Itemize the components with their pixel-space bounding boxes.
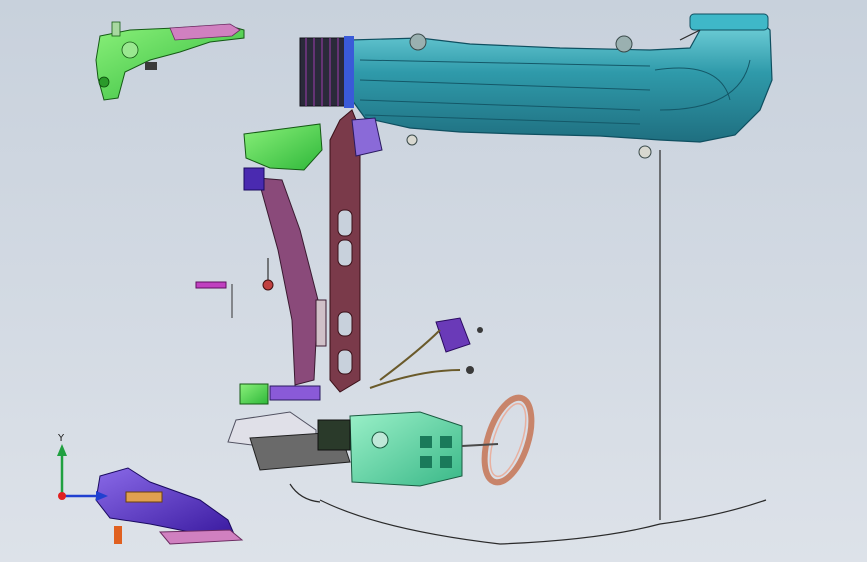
- assembly-model[interactable]: [0, 0, 867, 562]
- intake-bellows[interactable]: [299, 36, 354, 108]
- small-pin-part[interactable]: [195, 281, 233, 318]
- coordinate-triad: Y: [57, 433, 108, 501]
- air-intake-duct[interactable]: [349, 13, 773, 159]
- z-axis-origin: [58, 492, 66, 500]
- y-axis-arrow: [57, 444, 67, 456]
- gearbox-housing[interactable]: [317, 411, 463, 487]
- small-stud-part[interactable]: [262, 258, 274, 291]
- y-axis-label: Y: [57, 433, 65, 444]
- cad-viewport[interactable]: Y: [0, 0, 867, 562]
- steering-wheel[interactable]: [461, 392, 541, 488]
- control-levers[interactable]: [369, 317, 483, 389]
- x-axis-arrow: [96, 491, 108, 501]
- mount-assembly-top-left[interactable]: [95, 21, 245, 101]
